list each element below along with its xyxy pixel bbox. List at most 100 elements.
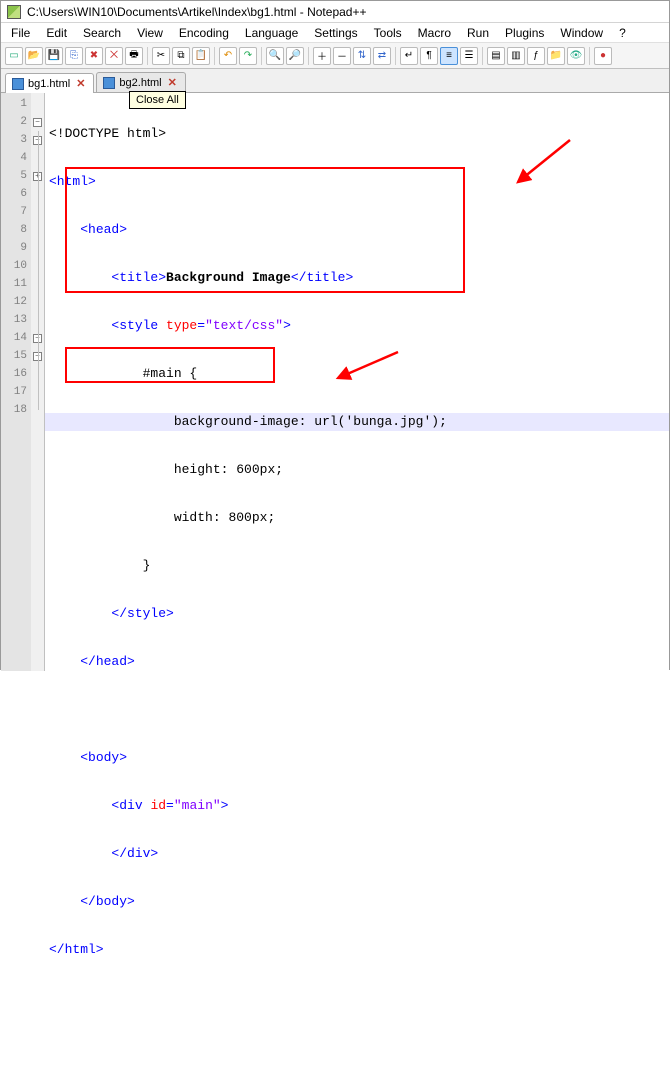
file-icon	[12, 78, 24, 90]
close-all-icon[interactable]: ⨉	[105, 47, 123, 65]
code-text: >	[283, 318, 291, 333]
menu-view[interactable]: View	[129, 24, 171, 42]
line-number: 4	[1, 149, 31, 167]
fold-gutter: − − + − −	[31, 93, 45, 671]
line-number: 2	[1, 113, 31, 131]
code-text: :	[299, 414, 315, 429]
code-text: >	[221, 798, 229, 813]
indent-guide-icon[interactable]: ≡	[440, 47, 458, 65]
code-text: </title>	[291, 270, 353, 285]
line-number: 9	[1, 239, 31, 257]
toolbar-separator	[589, 47, 590, 65]
code-text: <!DOCTYPE html>	[49, 126, 166, 141]
code-area[interactable]: <!DOCTYPE html> <html> <head> <title>Bac…	[45, 93, 669, 671]
toolbar-separator	[482, 47, 483, 65]
save-all-icon[interactable]: ⎘	[65, 47, 83, 65]
sync-h-icon[interactable]: ⇄	[373, 47, 391, 65]
menu-search[interactable]: Search	[75, 24, 129, 42]
code-text: id	[150, 798, 166, 813]
code-text: <body>	[80, 750, 127, 765]
tab-close-icon[interactable]: ✕	[166, 76, 179, 89]
file-icon	[103, 77, 115, 89]
fold-toggle-icon[interactable]: −	[33, 118, 42, 127]
code-text: type	[166, 318, 197, 333]
code-text: 800px	[228, 510, 267, 525]
line-number: 8	[1, 221, 31, 239]
tab-label: bg1.html	[28, 78, 70, 90]
record-macro-icon[interactable]: ●	[594, 47, 612, 65]
tab-label: bg2.html	[119, 77, 161, 89]
line-number: 13	[1, 311, 31, 329]
code-text: </body>	[80, 894, 135, 909]
toolbar: ▭ 📂 💾 ⎘ ✖ ⨉ 🖶 ✂ ⧉ 📋 ↶ ↷ 🔍 🔎 ＋ － ⇅ ⇄ ↵ ¶ …	[1, 43, 669, 69]
redo-icon[interactable]: ↷	[239, 47, 257, 65]
menu-settings[interactable]: Settings	[306, 24, 365, 42]
toolbar-separator	[147, 47, 148, 65]
tab-bg2[interactable]: bg2.html ✕	[96, 72, 185, 92]
code-text: <html>	[49, 174, 96, 189]
title-bar: C:\Users\WIN10\Documents\Artikel\Index\b…	[1, 1, 669, 23]
toolbar-separator	[214, 47, 215, 65]
line-number: 5	[1, 167, 31, 185]
zoom-out-icon[interactable]: －	[333, 47, 351, 65]
code-text: :	[221, 462, 237, 477]
all-chars-icon[interactable]: ¶	[420, 47, 438, 65]
sync-v-icon[interactable]: ⇅	[353, 47, 371, 65]
copy-icon[interactable]: ⧉	[172, 47, 190, 65]
wordwrap-icon[interactable]: ↵	[400, 47, 418, 65]
line-number: 17	[1, 383, 31, 401]
line-number: 16	[1, 365, 31, 383]
code-text: </html>	[49, 942, 104, 957]
code-text: 600px	[236, 462, 275, 477]
menu-file[interactable]: File	[3, 24, 38, 42]
replace-icon[interactable]: 🔎	[286, 47, 304, 65]
monitoring-icon[interactable]: 👁	[567, 47, 585, 65]
tab-close-icon[interactable]: ✕	[74, 77, 87, 90]
menu-macro[interactable]: Macro	[410, 24, 459, 42]
code-text: =	[166, 798, 174, 813]
code-text: "text/css"	[205, 318, 283, 333]
toolbar-separator	[395, 47, 396, 65]
udl-icon[interactable]: ☰	[460, 47, 478, 65]
menu-plugins[interactable]: Plugins	[497, 24, 552, 42]
menu-tools[interactable]: Tools	[366, 24, 410, 42]
zoom-in-icon[interactable]: ＋	[313, 47, 331, 65]
menu-bar: File Edit Search View Encoding Language …	[1, 23, 669, 43]
editor[interactable]: 1 2 3 4 5 6 7 8 9 10 11 12 13 14 15 16 1…	[1, 93, 669, 671]
menu-encoding[interactable]: Encoding	[171, 24, 237, 42]
doc-map-icon[interactable]: ▤	[487, 47, 505, 65]
folder-workspace-icon[interactable]: 📁	[547, 47, 565, 65]
menu-help[interactable]: ?	[611, 24, 634, 42]
paste-icon[interactable]: 📋	[192, 47, 210, 65]
line-number: 10	[1, 257, 31, 275]
doc-list-icon[interactable]: ▥	[507, 47, 525, 65]
line-number: 11	[1, 275, 31, 293]
menu-edit[interactable]: Edit	[38, 24, 75, 42]
code-text: #main {	[143, 366, 198, 381]
open-file-icon[interactable]: 📂	[25, 47, 43, 65]
menu-window[interactable]: Window	[552, 24, 611, 42]
code-text: <div	[111, 798, 150, 813]
save-icon[interactable]: 💾	[45, 47, 63, 65]
new-file-icon[interactable]: ▭	[5, 47, 23, 65]
code-text: height	[174, 462, 221, 477]
code-text: ;	[267, 510, 275, 525]
code-text: =	[197, 318, 205, 333]
find-icon[interactable]: 🔍	[266, 47, 284, 65]
cut-icon[interactable]: ✂	[152, 47, 170, 65]
code-text: "main"	[174, 798, 221, 813]
menu-language[interactable]: Language	[237, 24, 306, 42]
line-number: 6	[1, 185, 31, 203]
code-text: ;	[275, 462, 283, 477]
line-number: 12	[1, 293, 31, 311]
code-text: ;	[439, 414, 447, 429]
close-icon[interactable]: ✖	[85, 47, 103, 65]
print-icon[interactable]: 🖶	[125, 47, 143, 65]
undo-icon[interactable]: ↶	[219, 47, 237, 65]
tab-bg1[interactable]: bg1.html ✕	[5, 73, 94, 93]
code-text: <style	[111, 318, 166, 333]
menu-run[interactable]: Run	[459, 24, 497, 42]
code-text: background-image	[174, 414, 299, 429]
line-number-gutter: 1 2 3 4 5 6 7 8 9 10 11 12 13 14 15 16 1…	[1, 93, 31, 671]
func-list-icon[interactable]: ƒ	[527, 47, 545, 65]
